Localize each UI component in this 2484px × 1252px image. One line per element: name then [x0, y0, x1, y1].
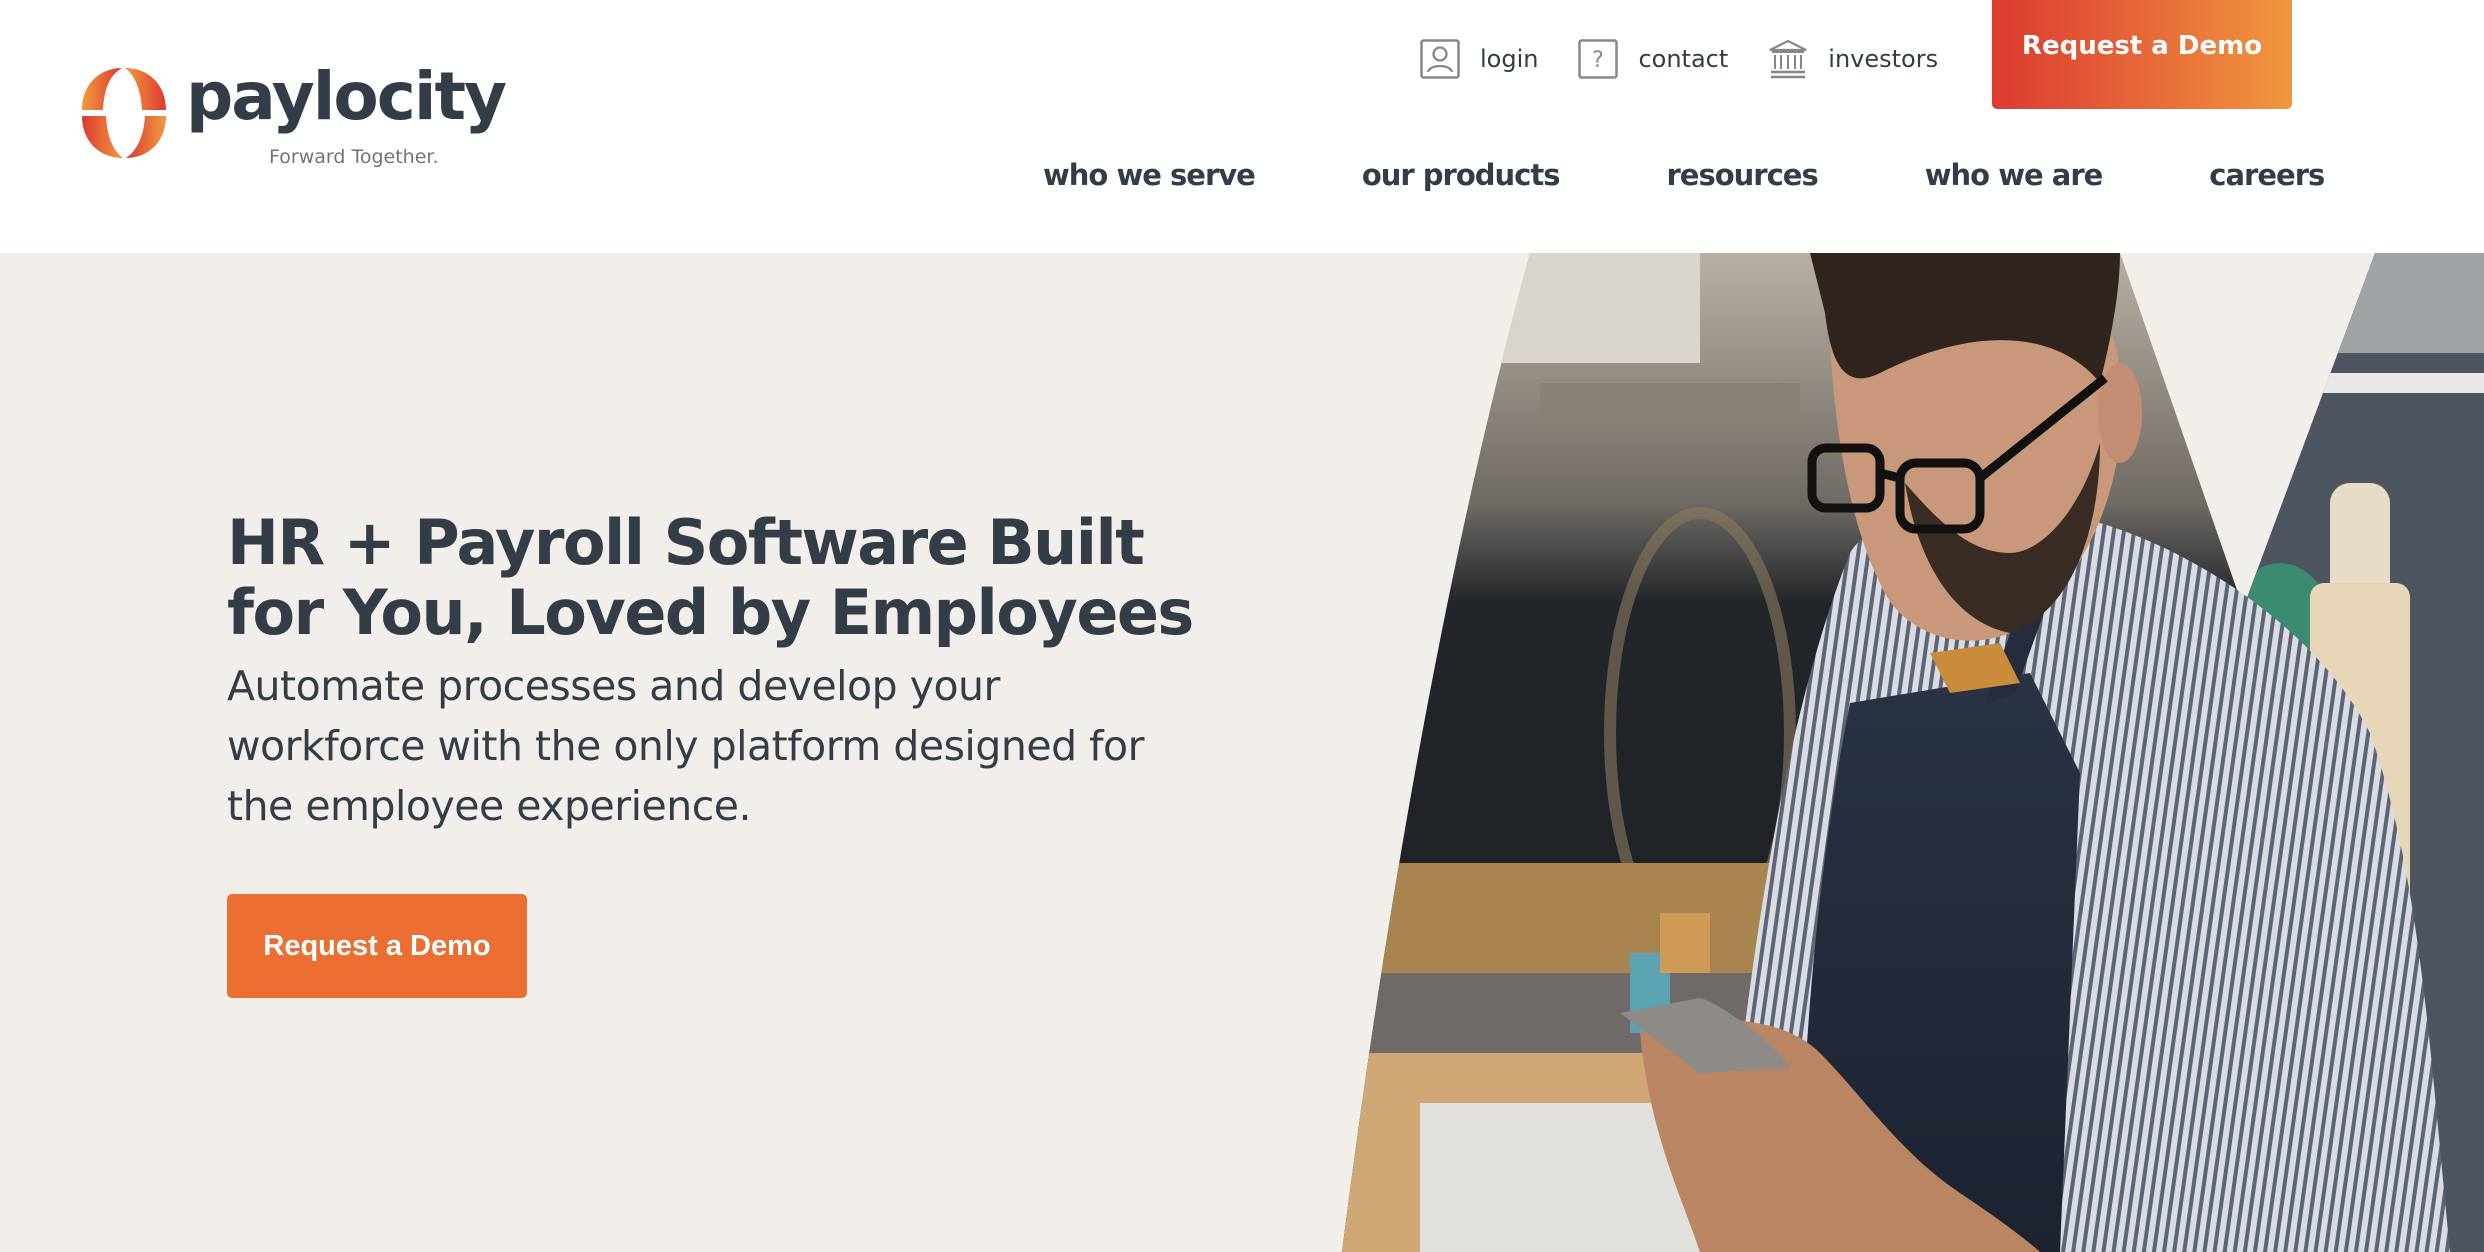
hero-subtitle: Automate processes and develop your work… [227, 662, 1145, 830]
paylocity-logo-mark-icon [82, 68, 166, 158]
login-label: login [1480, 45, 1539, 73]
nav-resources[interactable]: resources [1667, 158, 1819, 192]
logo-tagline: Forward Together. [269, 146, 439, 168]
question-icon: ? [1578, 39, 1619, 79]
investors-link[interactable]: investors [1768, 39, 1938, 79]
nav-who-we-serve[interactable]: who we serve [1043, 158, 1256, 192]
bank-building-icon [1769, 39, 1807, 79]
site-header: paylocity Forward Together. login ? cont… [0, 0, 2484, 253]
paylocity-logo[interactable]: paylocity Forward Together. [78, 58, 507, 174]
request-demo-hero-button[interactable]: Request a Demo [227, 894, 527, 998]
main-nav: who we serve our products resources who … [1043, 158, 2325, 192]
login-link[interactable]: login [1420, 39, 1538, 79]
nav-our-products[interactable]: our products [1362, 158, 1561, 192]
contact-label: contact [1638, 45, 1729, 73]
user-icon [1420, 39, 1460, 79]
contact-link[interactable]: ? contact [1578, 39, 1728, 79]
utility-nav: login ? contact investors [1420, 38, 1978, 80]
nav-careers[interactable]: careers [2209, 158, 2325, 192]
nav-who-we-are[interactable]: who we are [1925, 158, 2104, 192]
svg-text:?: ? [1593, 48, 1605, 73]
request-demo-header-button[interactable]: Request a Demo [1992, 0, 2292, 109]
investors-label: investors [1828, 45, 1939, 73]
hero-title: HR + Payroll Software Built for You, Lov… [227, 506, 1194, 649]
logo-wordmark: paylocity [186, 58, 507, 135]
hero-text-block: HR + Payroll Software Built for You, Lov… [227, 508, 1227, 836]
